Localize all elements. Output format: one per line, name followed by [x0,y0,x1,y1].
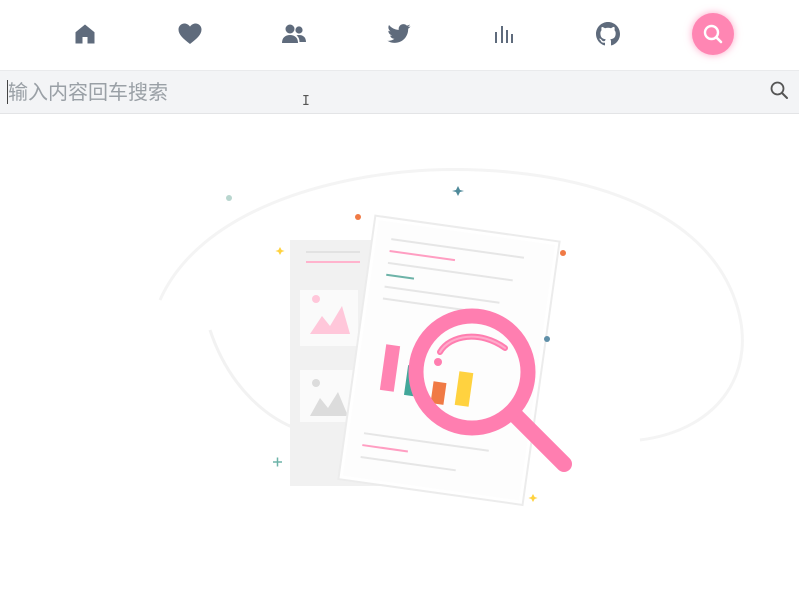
search-input[interactable] [6,77,748,107]
document-magnifier-illustration [158,168,744,507]
nav-search[interactable] [692,13,734,55]
search-submit-button[interactable] [768,81,790,103]
nav-favorites[interactable] [170,14,210,54]
search-icon [702,23,724,45]
heart-icon [177,22,203,46]
twitter-icon [387,24,411,44]
nav-stats[interactable] [484,14,524,54]
input-caret [7,80,8,104]
github-icon [596,22,620,46]
home-icon [73,22,97,46]
nav-home[interactable] [65,14,105,54]
bar-chart-icon [493,23,515,45]
magnifier-icon [769,80,789,104]
top-navigation [0,0,799,70]
search-bar [0,70,799,114]
i-beam-cursor-icon: I [302,94,310,109]
nav-github[interactable] [588,14,628,54]
users-icon [281,23,307,45]
nav-community[interactable] [274,14,314,54]
empty-state-illustration [130,150,750,520]
nav-twitter[interactable] [379,14,419,54]
